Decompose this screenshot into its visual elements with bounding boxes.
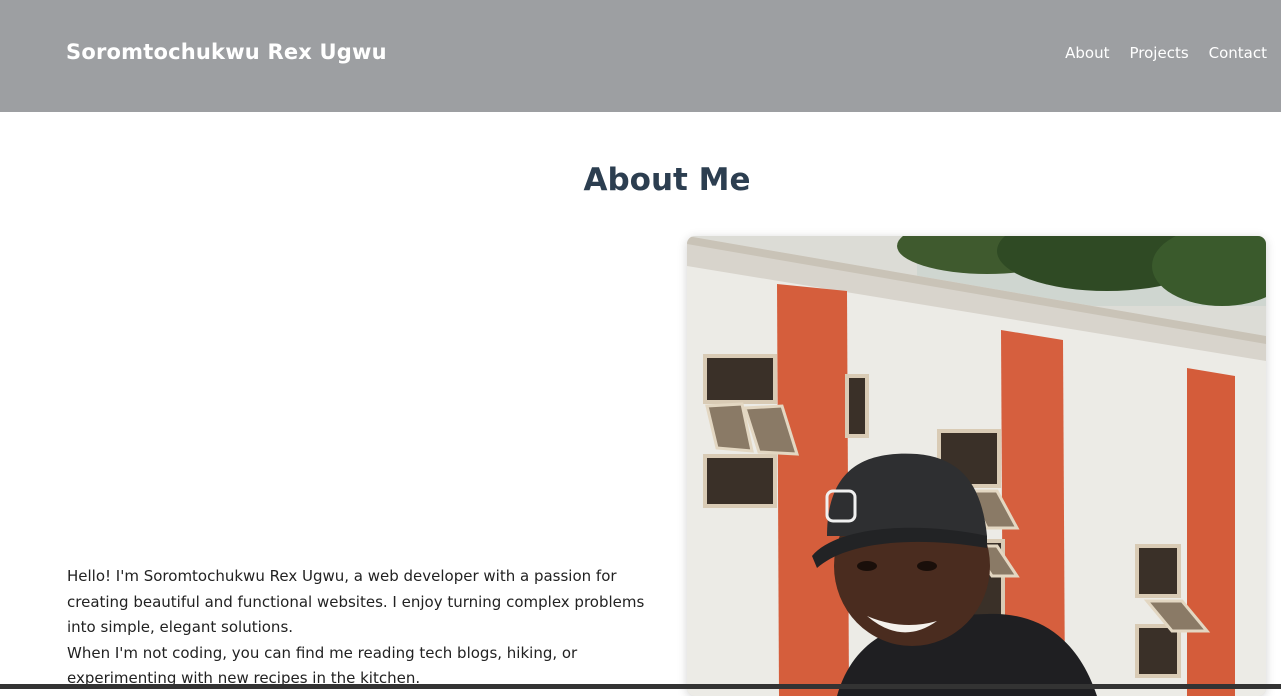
- nav-link-about[interactable]: About: [1065, 44, 1109, 62]
- page-bottom-edge: [0, 684, 1281, 689]
- main-nav: About Projects Contact: [1065, 44, 1267, 62]
- bio-paragraph-1: Hello! I'm Soromtochukwu Rex Ugwu, a web…: [67, 567, 645, 636]
- bio-text: Hello! I'm Soromtochukwu Rex Ugwu, a web…: [67, 564, 667, 692]
- section-title: About Me: [583, 162, 751, 198]
- profile-photo: [687, 236, 1266, 696]
- profile-photo-illustration: [687, 236, 1266, 696]
- nav-link-projects[interactable]: Projects: [1130, 44, 1189, 62]
- nav-link-contact[interactable]: Contact: [1209, 44, 1267, 62]
- site-brand[interactable]: Soromtochukwu Rex Ugwu: [66, 40, 387, 64]
- site-header: Soromtochukwu Rex Ugwu About Projects Co…: [0, 0, 1281, 112]
